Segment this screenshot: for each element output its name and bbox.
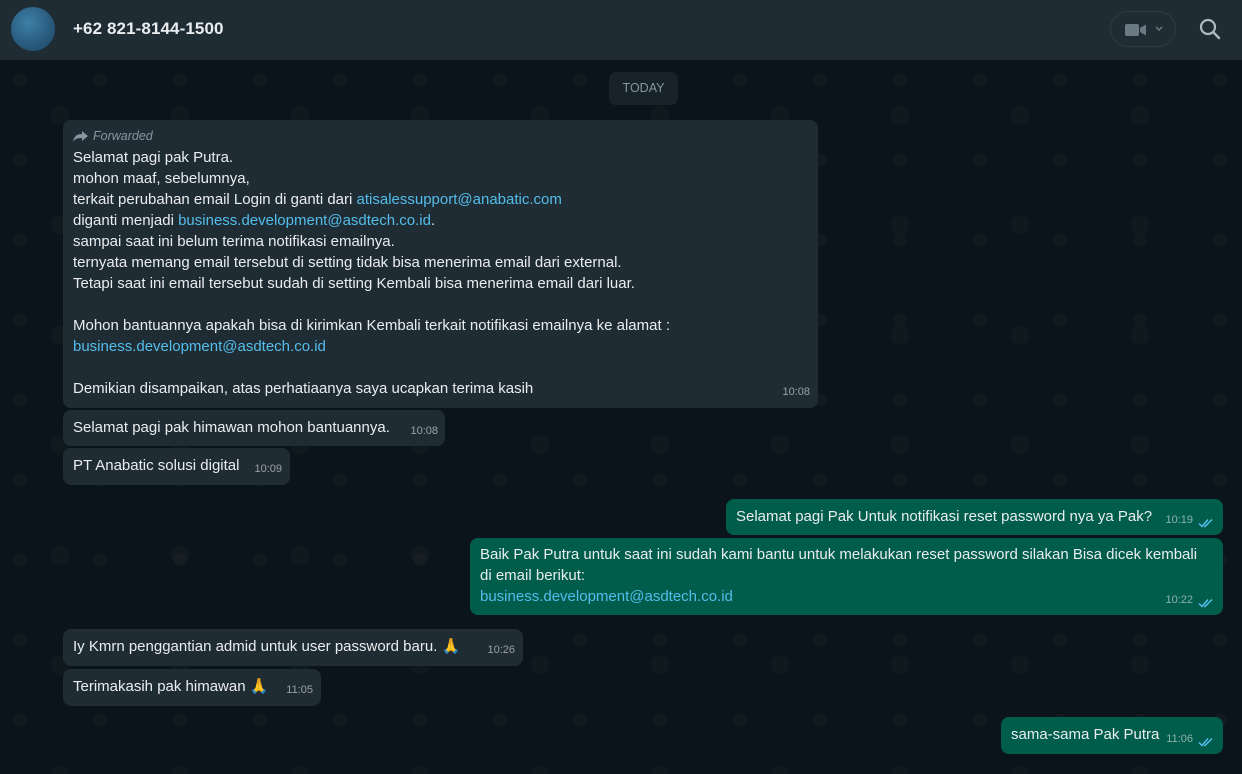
message-text: Terimakasih pak himawan: [73, 678, 250, 695]
message-incoming[interactable]: Terimakasih pak himawan 🙏 11:05: [63, 669, 321, 706]
read-receipt-icon: [1198, 598, 1213, 608]
read-receipt-icon: [1198, 737, 1213, 747]
forward-icon: [73, 130, 88, 142]
video-call-icon: [1125, 24, 1146, 36]
message-time: 10:08: [410, 425, 438, 437]
message-incoming[interactable]: Selamat pagi pak himawan mohon bantuanny…: [63, 410, 445, 446]
message-time: 10:08: [782, 386, 810, 398]
chat-area[interactable]: TODAY Forwarded Selamat pagi pak Putra. …: [0, 60, 1242, 774]
message-text: Selamat pagi pak himawan mohon bantuanny…: [73, 419, 390, 436]
date-separator: TODAY: [609, 72, 678, 105]
search-icon: [1199, 18, 1221, 40]
message-outgoing[interactable]: sama-sama Pak Putra 11:06: [1001, 717, 1223, 754]
forwarded-label: Forwarded: [73, 127, 808, 145]
message-incoming[interactable]: Iy Kmrn penggantian admid untuk user pas…: [63, 629, 523, 666]
message-time: 10:19: [1165, 514, 1193, 526]
message-incoming[interactable]: PT Anabatic solusi digital 10:09: [63, 448, 290, 485]
chat-header: +62 821-8144-1500: [0, 0, 1242, 60]
email-link[interactable]: business.development@asdtech.co.id: [178, 212, 431, 229]
message-line: terkait perubahan email Login di ganti d…: [73, 191, 357, 208]
message-text: Selamat pagi Pak Untuk notifikasi reset …: [736, 508, 1153, 525]
message-outgoing[interactable]: Selamat pagi Pak Untuk notifikasi reset …: [726, 499, 1223, 535]
message-line: diganti menjadi: [73, 212, 179, 229]
chevron-down-icon: [1155, 26, 1163, 32]
search-button[interactable]: [1198, 17, 1222, 41]
praying-hands-emoji: 🙏: [249, 677, 269, 695]
message-line: Mohon bantuannya apakah bisa di kirimkan…: [73, 317, 670, 334]
message-line: Demikian disampaikan, atas perhatiaanya …: [73, 380, 534, 397]
message-time: 10:26: [487, 644, 515, 656]
message-line: ternyata memang email tersebut di settin…: [73, 254, 622, 271]
message-incoming-forwarded[interactable]: Forwarded Selamat pagi pak Putra. mohon …: [63, 120, 818, 408]
message-outgoing[interactable]: Baik Pak Putra untuk saat ini sudah kami…: [470, 538, 1223, 615]
message-line: Selamat pagi pak Putra.: [73, 149, 234, 166]
email-link[interactable]: business.development@asdtech.co.id: [480, 586, 1213, 607]
message-time: 11:05: [286, 684, 313, 696]
message-line: Tetapi saat ini email tersebut sudah di …: [73, 275, 635, 292]
message-line: di email berikut:: [480, 567, 586, 584]
email-link[interactable]: atisalessupport@anabatic.com: [357, 191, 562, 208]
video-call-button[interactable]: [1110, 11, 1176, 47]
message-text: sama-sama Pak Putra: [1011, 726, 1160, 743]
avatar[interactable]: [11, 7, 55, 51]
read-receipt-icon: [1198, 518, 1213, 528]
email-link[interactable]: business.development@asdtech.co.id: [73, 336, 808, 357]
contact-name[interactable]: +62 821-8144-1500: [73, 19, 224, 39]
message-line: mohon maaf, sebelumnya,: [73, 170, 250, 187]
message-line: sampai saat ini belum terima notifikasi …: [73, 233, 395, 250]
message-line: Baik Pak Putra untuk saat ini sudah kami…: [480, 546, 1198, 563]
message-text: Iy Kmrn penggantian admid untuk user pas…: [73, 638, 442, 655]
message-line: .: [430, 212, 436, 229]
praying-hands-emoji: 🙏: [441, 637, 461, 655]
message-time: 10:09: [254, 463, 282, 475]
message-time: 11:06: [1166, 733, 1193, 745]
message-time: 10:22: [1165, 594, 1193, 606]
message-text: PT Anabatic solusi digital: [73, 457, 240, 474]
